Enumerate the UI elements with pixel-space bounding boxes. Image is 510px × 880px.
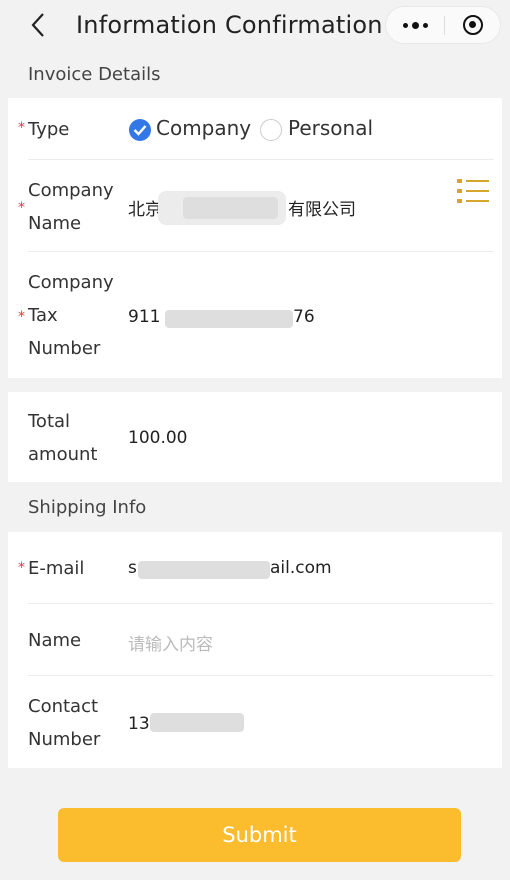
redacted-block (165, 310, 293, 328)
email-suffix: ail.com (270, 558, 332, 578)
name-row[interactable]: Name 请输入内容 (8, 604, 502, 676)
submit-button[interactable]: Submit (58, 808, 461, 862)
contact-label-2: Number (28, 729, 101, 750)
back-button[interactable] (26, 10, 50, 40)
list-icon[interactable] (457, 176, 489, 206)
personal-radio[interactable] (260, 119, 282, 141)
email-prefix: s (128, 558, 137, 578)
back-arrow-icon (31, 13, 44, 37)
close-capsule-icon (463, 15, 483, 35)
email-label: E-mail (28, 558, 85, 579)
nav-bar: Information Confirmation (0, 0, 510, 50)
tax-number-prefix: 911 (128, 307, 161, 327)
invoice-card: * Type Company Personal * Company Name 北… (8, 98, 502, 378)
company-name-prefix: 北京 (128, 200, 162, 220)
name-input[interactable]: 请输入内容 (128, 630, 213, 655)
personal-option-label[interactable]: Personal (288, 116, 373, 140)
mini-program-capsule (385, 6, 501, 44)
contact-row[interactable]: Contact Number 13 (8, 676, 502, 768)
more-dots-icon-center (411, 21, 419, 29)
amount-value: 100.00 (128, 428, 188, 448)
page-title: Information Confirmation (76, 11, 383, 39)
type-row: * Type Company Personal (8, 98, 502, 160)
company-option-label[interactable]: Company (156, 116, 251, 140)
check-icon (133, 125, 147, 136)
company-name-row[interactable]: * Company Name 北京 有限公司 (8, 160, 502, 252)
type-label: Type (28, 119, 70, 140)
required-mark: * (18, 200, 25, 216)
tax-label-1: Company (28, 272, 114, 293)
redacted-block (183, 197, 278, 219)
company-name-label-2: Name (28, 213, 82, 234)
required-mark: * (18, 309, 25, 325)
contact-prefix: 13 (128, 714, 150, 734)
amount-label-1: Total (28, 411, 71, 432)
company-name-label-1: Company (28, 180, 114, 201)
tax-label-3: Number (28, 338, 101, 359)
tax-number-suffix: 76 (293, 307, 315, 327)
tax-number-row[interactable]: * Company Tax Number 911 76 (8, 252, 502, 376)
name-label: Name (28, 630, 82, 651)
required-mark: * (18, 120, 25, 136)
email-row[interactable]: * E-mail s ail.com (8, 532, 502, 604)
amount-label-2: amount (28, 444, 98, 465)
company-radio[interactable] (129, 119, 151, 141)
amount-card: Total amount 100.00 (8, 392, 502, 482)
invoice-section-title: Invoice Details (28, 64, 161, 85)
shipping-section-title: Shipping Info (28, 497, 147, 518)
required-mark: * (18, 560, 25, 576)
more-dots-icon (402, 22, 408, 28)
more-button[interactable] (386, 7, 444, 43)
close-capsule-button[interactable] (444, 7, 502, 43)
contact-label-1: Contact (28, 696, 99, 717)
more-dots-icon-right (422, 22, 428, 28)
redacted-block (150, 713, 244, 732)
shipping-card: * E-mail s ail.com Name 请输入内容 Contact Nu… (8, 532, 502, 768)
tax-label-2: Tax (28, 305, 58, 326)
company-name-suffix: 有限公司 (288, 200, 356, 220)
redacted-block (138, 561, 270, 579)
